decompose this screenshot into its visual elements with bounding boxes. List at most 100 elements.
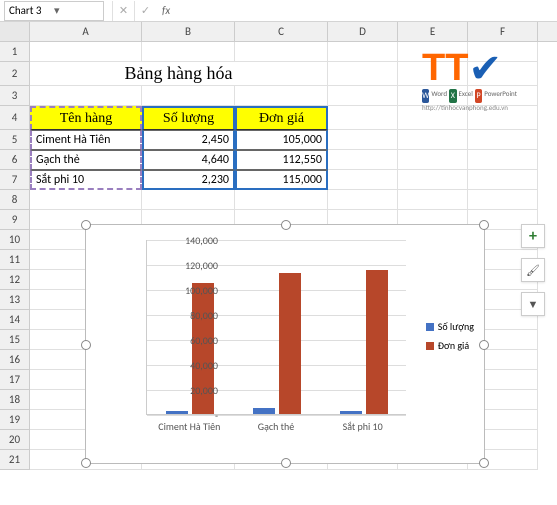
column-header-b[interactable]: B (142, 22, 235, 41)
cell[interactable] (328, 190, 398, 210)
table-cell[interactable]: 2,230 (142, 170, 235, 190)
funnel-icon: ▼ (528, 298, 539, 311)
row-header[interactable]: 13 (0, 290, 30, 310)
row-header[interactable]: 18 (0, 390, 30, 410)
cell[interactable] (468, 190, 538, 210)
table-header-qty[interactable]: Số lượng (142, 106, 235, 130)
row-header[interactable]: 11 (0, 250, 30, 270)
row-header[interactable]: 5 (0, 130, 30, 150)
cell[interactable] (398, 130, 468, 150)
cell[interactable] (30, 42, 142, 62)
row-header[interactable]: 21 (0, 450, 30, 470)
cell[interactable] (142, 190, 235, 210)
table-cell[interactable]: 105,000 (235, 130, 328, 150)
y-tick-label: 80,000 (168, 309, 218, 322)
name-box[interactable]: Chart 3 ▾ (4, 1, 104, 21)
table-header-price[interactable]: Đơn giá (235, 106, 328, 130)
fx-label[interactable]: fx (156, 4, 176, 17)
chart-styles-button[interactable]: 🖌 (521, 258, 545, 282)
table-cell[interactable]: 112,550 (235, 150, 328, 170)
row-header[interactable]: 7 (0, 170, 30, 190)
row-header[interactable]: 6 (0, 150, 30, 170)
cell[interactable] (398, 150, 468, 170)
chart-bar[interactable] (253, 408, 275, 414)
column-header-f[interactable]: F (468, 22, 538, 41)
chart-elements-button[interactable]: + (521, 224, 545, 248)
row-header[interactable]: 4 (0, 106, 30, 130)
cell[interactable] (328, 170, 398, 190)
row-header[interactable]: 20 (0, 430, 30, 450)
row-header[interactable]: 12 (0, 270, 30, 290)
x-tick-label: Sắt phi 10 (328, 420, 398, 433)
cell[interactable] (328, 130, 398, 150)
cell[interactable] (468, 130, 538, 150)
row-header[interactable]: 16 (0, 350, 30, 370)
row-header[interactable]: 9 (0, 210, 30, 230)
table-cell[interactable]: 4,640 (142, 150, 235, 170)
column-header-a[interactable]: A (30, 22, 142, 41)
column-header-d[interactable]: D (328, 22, 398, 41)
table-cell[interactable]: 2,450 (142, 130, 235, 150)
logo-url: http://tinhocvanphong.edu.vn (422, 103, 517, 112)
resize-handle[interactable] (81, 220, 91, 230)
row-header[interactable]: 2 (0, 62, 30, 86)
resize-handle[interactable] (81, 340, 91, 350)
row-header[interactable]: 19 (0, 410, 30, 430)
table-title[interactable]: Bảng hàng hóa (30, 62, 328, 86)
resize-handle[interactable] (479, 458, 489, 468)
cell[interactable] (30, 86, 142, 106)
legend-label: Đơn giá (438, 339, 469, 352)
chart-filter-button[interactable]: ▼ (521, 292, 545, 316)
row-header[interactable]: 15 (0, 330, 30, 350)
resize-handle[interactable] (479, 220, 489, 230)
chart-bar[interactable] (340, 411, 362, 414)
formula-input[interactable] (176, 1, 557, 21)
cell[interactable] (328, 86, 398, 106)
y-tick-label: 100,000 (168, 284, 218, 297)
cell[interactable] (235, 190, 328, 210)
cell[interactable] (142, 86, 235, 106)
chart-legend[interactable]: Số lượng Đơn giá (426, 320, 474, 358)
column-header-c[interactable]: C (235, 22, 328, 41)
table-cell[interactable]: Sắt phi 10 (30, 170, 142, 190)
cell[interactable] (328, 42, 398, 62)
row-header[interactable]: 17 (0, 370, 30, 390)
select-all-corner[interactable] (0, 22, 30, 41)
cell[interactable] (142, 42, 235, 62)
accept-icon: ✓ (134, 1, 156, 21)
embedded-chart[interactable]: Số lượng Đơn giá -20,00040,00060,00080,0… (85, 224, 485, 464)
row-header[interactable]: 14 (0, 310, 30, 330)
y-tick-label: 120,000 (168, 259, 218, 272)
cell[interactable] (328, 106, 398, 130)
resize-handle[interactable] (81, 458, 91, 468)
cell[interactable] (235, 86, 328, 106)
table-cell[interactable]: Ciment Hà Tiên (30, 130, 142, 150)
cell[interactable] (468, 150, 538, 170)
cell[interactable] (468, 170, 538, 190)
cell[interactable] (328, 150, 398, 170)
resize-handle[interactable] (281, 220, 291, 230)
chart-bar[interactable] (366, 270, 388, 414)
resize-handle[interactable] (281, 458, 291, 468)
cancel-icon: ✕ (112, 1, 134, 21)
name-box-text: Chart 3 (9, 4, 54, 17)
cell[interactable] (30, 190, 142, 210)
column-header-e[interactable]: E (398, 22, 468, 41)
table-header-name[interactable]: Tên hàng (30, 106, 142, 130)
cell[interactable] (235, 42, 328, 62)
table-cell[interactable]: Gạch thẻ (30, 150, 142, 170)
chevron-down-icon[interactable]: ▾ (54, 4, 99, 17)
cell[interactable] (398, 170, 468, 190)
resize-handle[interactable] (479, 340, 489, 350)
row-header[interactable]: 10 (0, 230, 30, 250)
chart-bar[interactable] (279, 273, 301, 414)
cell[interactable] (398, 190, 468, 210)
y-tick-label: 20,000 (168, 384, 218, 397)
row-header[interactable]: 8 (0, 190, 30, 210)
cell[interactable] (328, 62, 398, 86)
table-cell[interactable]: 115,000 (235, 170, 328, 190)
formula-bar: Chart 3 ▾ ✕ ✓ fx (0, 0, 557, 22)
row-header[interactable]: 1 (0, 42, 30, 62)
y-tick-label: 60,000 (168, 334, 218, 347)
row-header[interactable]: 3 (0, 86, 30, 106)
